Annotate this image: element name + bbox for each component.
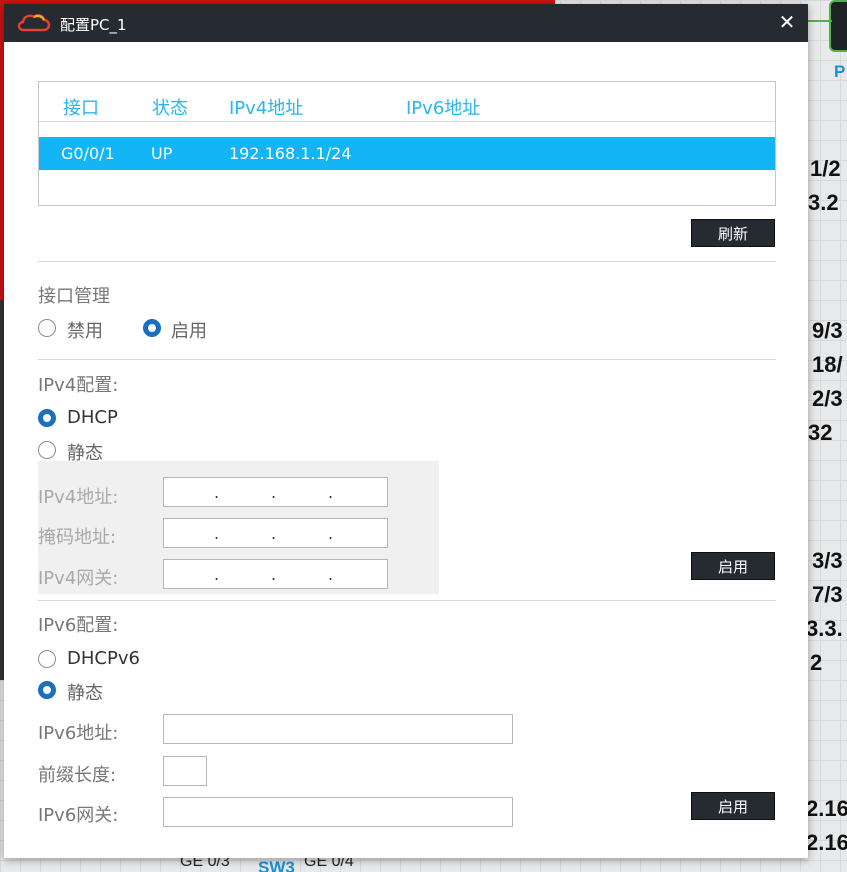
interface-table: 接口 状态 IPv4地址 IPv6地址 G0/0/1 UP 192.168.1.… — [38, 81, 776, 206]
ip-separator: . — [214, 524, 220, 543]
cell-ipv4: 192.168.1.1/24 — [229, 144, 352, 163]
divider — [38, 600, 776, 601]
canvas-label: 18/ — [812, 352, 843, 377]
ip-separator: . — [328, 565, 334, 584]
table-row[interactable]: G0/0/1 UP 192.168.1.1/24 — [39, 137, 775, 170]
disable-radio-label: 禁用 — [67, 321, 103, 342]
cloud-icon — [17, 14, 51, 32]
dhcpv6-radio[interactable] — [38, 650, 56, 668]
divider — [38, 261, 776, 262]
ip-separator: . — [271, 483, 277, 502]
canvas-device-icon — [829, 0, 847, 52]
canvas-label: 3.3. — [806, 616, 843, 641]
ip-separator: . — [214, 565, 220, 584]
close-icon[interactable]: ✕ — [776, 10, 798, 34]
ipv6-address-label: IPv6地址: — [38, 723, 119, 744]
ip-separator: . — [271, 524, 277, 543]
ipv6-config-title: IPv6配置: — [38, 615, 119, 636]
iface-mgmt-title: 接口管理 — [38, 286, 110, 307]
dhcpv6-radio-label: DHCPv6 — [67, 648, 140, 669]
canvas-label: 2.16 — [806, 830, 847, 855]
canvas-label: 32 — [808, 420, 833, 445]
divider — [38, 359, 776, 360]
canvas-label: 7/3 — [812, 582, 843, 607]
ipv6-address-input[interactable] — [163, 714, 513, 744]
ipv4-static-panel: IPv4地址: . . . 掩码地址: . . . IPv4网关: . . . — [38, 461, 439, 594]
dialog-title: 配置PC_1 — [60, 16, 127, 34]
canvas-label: 9/3 — [812, 318, 843, 343]
ip-separator: . — [328, 524, 334, 543]
column-header-ipv4: IPv4地址 — [229, 98, 304, 119]
column-header-ipv6: IPv6地址 — [406, 98, 481, 119]
dhcp-radio[interactable] — [38, 409, 56, 427]
cell-interface: G0/0/1 — [61, 144, 115, 163]
enable-radio[interactable] — [143, 319, 161, 337]
canvas-label: 2.16 — [806, 796, 847, 821]
ipv4-gateway-input[interactable]: . . . — [163, 559, 388, 589]
ip-separator: . — [328, 483, 334, 502]
canvas-label: 1/2 — [810, 156, 841, 181]
ipv6-gateway-input[interactable] — [163, 797, 513, 827]
config-dialog: 配置PC_1 ✕ 接口 状态 IPv4地址 IPv6地址 G0/0/1 UP 1… — [4, 4, 808, 858]
canvas-label: 3.2 — [808, 190, 839, 215]
ipv6-static-radio[interactable] — [38, 681, 56, 699]
ip-separator: . — [214, 483, 220, 502]
dhcp-radio-label: DHCP — [67, 407, 118, 428]
canvas-label: 2/3 — [812, 386, 843, 411]
canvas-link-line — [808, 20, 832, 22]
ipv4-apply-button[interactable]: 启用 — [691, 552, 775, 580]
ipv4-address-label: IPv4地址: — [38, 487, 119, 508]
canvas-label: 2 — [810, 650, 823, 675]
canvas-switch-label: SW3 — [258, 858, 295, 872]
ipv6-static-radio-label: 静态 — [67, 683, 103, 704]
cell-status: UP — [151, 144, 173, 163]
ip-separator: . — [271, 565, 277, 584]
table-header: 接口 状态 IPv4地址 IPv6地址 — [39, 82, 775, 122]
ipv4-gateway-label: IPv4网关: — [38, 568, 119, 589]
enable-radio-label: 启用 — [171, 321, 207, 342]
mask-address-input[interactable]: . . . — [163, 518, 388, 548]
mask-address-label: 掩码地址: — [38, 527, 117, 548]
dialog-titlebar[interactable]: 配置PC_1 ✕ — [4, 4, 808, 42]
ipv6-gateway-label: IPv6网关: — [38, 805, 119, 826]
column-header-status: 状态 — [152, 98, 188, 119]
canvas-label: 3/3 — [812, 548, 843, 573]
canvas-device-label: P — [834, 62, 846, 81]
disable-radio[interactable] — [38, 319, 56, 337]
ipv6-apply-button[interactable]: 启用 — [691, 792, 775, 820]
refresh-button[interactable]: 刷新 — [691, 219, 775, 247]
prefix-length-label: 前缀长度: — [38, 765, 117, 786]
ipv4-address-input[interactable]: . . . — [163, 477, 388, 507]
prefix-length-input[interactable] — [163, 756, 207, 786]
ipv4-static-radio[interactable] — [38, 441, 56, 459]
ipv4-config-title: IPv4配置: — [38, 375, 119, 396]
column-header-interface: 接口 — [63, 98, 99, 119]
